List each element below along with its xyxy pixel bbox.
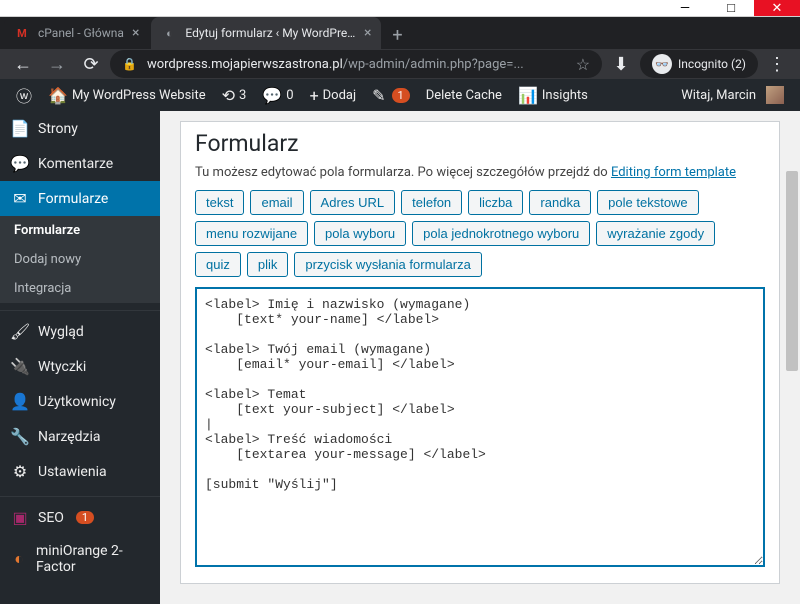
scrollbar-thumb[interactable] [786, 171, 798, 371]
plus-icon: + [310, 86, 319, 105]
form-editor-panel: Formularz Tu możesz edytować pola formul… [180, 121, 780, 584]
wp-admin-bar: ⓦ 🏠My WordPress Website ⟲3 💬0 +Dodaj ✎1 … [0, 79, 800, 111]
menu-tools[interactable]: 🔧Narzędzia [0, 419, 160, 454]
form-tag-buttons: tekst email Adres URL telefon liczba ran… [181, 190, 779, 277]
menu-forms[interactable]: ✉Formularze [0, 181, 160, 216]
bookmark-star-icon[interactable]: ☆ [576, 55, 590, 74]
incognito-indicator[interactable]: 👓 Incognito (2) [640, 50, 758, 78]
new-tab-button[interactable]: + [383, 21, 411, 49]
site-name-link[interactable]: 🏠My WordPress Website [40, 79, 214, 111]
tag-tel[interactable]: telefon [401, 190, 462, 215]
tab-close-icon[interactable]: × [364, 25, 371, 41]
menu-appearance[interactable]: 🖌Wygląd [0, 314, 160, 349]
stats-icon: 📊 [518, 86, 538, 105]
seo-icon: ▣ [10, 508, 30, 527]
browser-tab-wordpress[interactable]: ◐ Edytuj formularz ‹ My WordPress × [151, 17, 381, 49]
plugin-icon: 🔌 [10, 357, 30, 376]
home-icon: 🏠 [48, 86, 68, 105]
tag-file[interactable]: plik [247, 252, 289, 277]
menu-plugins[interactable]: 🔌Wtyczki [0, 349, 160, 384]
scrollbar-vertical[interactable] [784, 111, 800, 604]
add-new-link[interactable]: +Dodaj [302, 79, 365, 111]
mail-icon: ✉ [10, 189, 30, 208]
window-minimize-button[interactable]: — [662, 0, 708, 16]
tag-acceptance[interactable]: wyrażanie zgody [596, 221, 715, 246]
comment-icon: 💬 [10, 154, 30, 173]
favicon-wordpress: ◐ [161, 25, 177, 41]
window-titlebar: — □ ✕ [0, 0, 800, 17]
insights-link[interactable]: 📊Insights [510, 79, 596, 111]
window-close-button[interactable]: ✕ [754, 0, 800, 16]
form-code-textarea[interactable] [195, 287, 765, 567]
wp-logo[interactable]: ⓦ [8, 79, 40, 111]
incognito-icon: 👓 [652, 54, 672, 74]
tab-title: Edytuj formularz ‹ My WordPress [185, 26, 356, 40]
menu-users[interactable]: 👤Użytkownicy [0, 384, 160, 419]
browser-tab-bar: M cPanel - Główna × ◐ Edytuj formularz ‹… [0, 17, 800, 49]
tag-text[interactable]: tekst [195, 190, 244, 215]
browser-toolbar: ← → ⟳ 🔒 wordpress.mojapierwszastrona.pl/… [0, 49, 800, 79]
tag-radio[interactable]: pola jednokrotnego wyboru [412, 221, 590, 246]
reload-button[interactable]: ⟳ [76, 49, 106, 79]
tab-close-icon[interactable]: × [132, 25, 139, 41]
updates-link[interactable]: ⟲3 [214, 79, 255, 111]
tag-submit[interactable]: przycisk wysłania formularza [294, 252, 481, 277]
panel-title: Formularz [181, 122, 779, 165]
shield-icon: ◐ [10, 549, 28, 569]
brush-icon: 🖌 [10, 322, 30, 341]
tag-dropdown[interactable]: menu rozwijane [195, 221, 308, 246]
menu-miniorange[interactable]: ◐miniOrange 2-Factor [0, 535, 160, 583]
menu-seo[interactable]: ▣SEO1 [0, 500, 160, 535]
main-content: Formularz Tu możesz edytować pola formul… [160, 111, 800, 604]
form-icon: ✎ [372, 86, 385, 105]
forward-button[interactable]: → [42, 49, 72, 79]
back-button[interactable]: ← [8, 49, 38, 79]
comments-link[interactable]: 💬0 [254, 79, 301, 111]
favicon-cpanel: M [14, 25, 30, 41]
tag-quiz[interactable]: quiz [195, 252, 241, 277]
settings-icon: ⚙ [10, 462, 30, 481]
tab-title: cPanel - Główna [38, 26, 124, 40]
incognito-label: Incognito (2) [678, 57, 746, 71]
menu-settings[interactable]: ⚙Ustawienia [0, 454, 160, 489]
admin-sidebar: 📄Strony 💬Komentarze ✉Formularze Formular… [0, 111, 160, 604]
user-greeting[interactable]: Witaj, Marcin [673, 79, 792, 111]
browser-menu-button[interactable]: ⋮ [762, 49, 792, 79]
submenu-forms-integration[interactable]: Integracja [0, 274, 160, 303]
window-maximize-button[interactable]: □ [708, 0, 754, 16]
delete-cache-link[interactable]: Delete Cache [418, 79, 510, 111]
wordpress-icon: ⓦ [16, 83, 32, 107]
pages-icon: 📄 [10, 119, 30, 138]
tag-textarea[interactable]: pole tekstowe [597, 190, 699, 215]
avatar [766, 86, 784, 104]
tag-url[interactable]: Adres URL [310, 190, 396, 215]
extension-icon[interactable]: ⬇ [606, 49, 636, 79]
menu-comments[interactable]: 💬Komentarze [0, 146, 160, 181]
updates-icon: ⟲ [222, 86, 235, 105]
browser-tab-cpanel[interactable]: M cPanel - Główna × [4, 17, 149, 49]
users-icon: 👤 [10, 392, 30, 411]
address-bar[interactable]: 🔒 wordpress.mojapierwszastrona.pl/wp-adm… [110, 50, 602, 78]
submenu-forms-list[interactable]: Formularze [0, 216, 160, 245]
wrench-icon: 🔧 [10, 427, 30, 446]
submenu-forms: Formularze Dodaj nowy Integracja [0, 216, 160, 303]
tag-email[interactable]: email [250, 190, 303, 215]
editing-template-link[interactable]: Editing form template [611, 165, 736, 180]
wpforms-link[interactable]: ✎1 [364, 79, 418, 111]
tag-checkbox[interactable]: pola wyboru [314, 221, 406, 246]
tag-number[interactable]: liczba [468, 190, 523, 215]
panel-description: Tu możesz edytować pola formularza. Po w… [181, 165, 779, 190]
lock-icon: 🔒 [122, 57, 137, 71]
menu-pages[interactable]: 📄Strony [0, 111, 160, 146]
submenu-forms-add[interactable]: Dodaj nowy [0, 245, 160, 274]
comment-icon: 💬 [262, 86, 282, 105]
tag-date[interactable]: randka [529, 190, 591, 215]
url-text: wordpress.mojapierwszastrona.pl/wp-admin… [147, 57, 568, 72]
